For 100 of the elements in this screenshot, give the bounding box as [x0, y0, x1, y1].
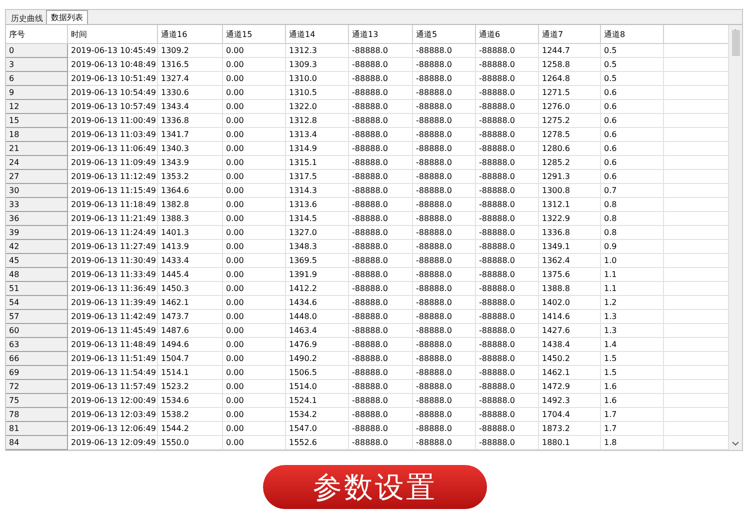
table-cell: -88888.0 [476, 422, 539, 436]
table-cell: 1343.9 [158, 156, 223, 170]
table-cell: -88888.0 [349, 352, 413, 366]
table-cell: 1353.2 [158, 170, 223, 184]
table-cell: -88888.0 [349, 296, 413, 310]
table-cell: 1524.1 [286, 394, 349, 408]
table-cell: 0.6 [601, 142, 664, 156]
table-cell: -88888.0 [413, 142, 476, 156]
table-cell: 0.00 [223, 296, 286, 310]
table-cell: -88888.0 [349, 72, 413, 86]
table-cell: -88888.0 [476, 338, 539, 352]
table-cell: 1340.3 [158, 142, 223, 156]
table-cell: 1506.5 [286, 366, 349, 380]
table-cell: 2019-06-13 11:24:49 [68, 226, 158, 240]
table-cell: -88888.0 [413, 310, 476, 324]
column-header[interactable]: 通道13 [349, 25, 413, 44]
table-cell: 1.7 [601, 408, 664, 422]
row-header: 57 [6, 310, 68, 324]
table-cell: 1514.0 [286, 380, 349, 394]
row-header: 72 [6, 380, 68, 394]
table-cell: 0.00 [223, 226, 286, 240]
table-cell: 2019-06-13 12:03:49 [68, 408, 158, 422]
table-cell: 0.00 [223, 86, 286, 100]
column-header[interactable]: 通道5 [413, 25, 476, 44]
table-cell: 1.6 [601, 394, 664, 408]
table-cell: 1388.3 [158, 212, 223, 226]
table-cell: 2019-06-13 12:09:49 [68, 436, 158, 450]
table-cell: 1704.4 [539, 408, 601, 422]
table-cell: 0.9 [601, 240, 664, 254]
row-header: 75 [6, 394, 68, 408]
table-cell: -88888.0 [413, 198, 476, 212]
table-cell: 1341.7 [158, 128, 223, 142]
table-cell: 1413.9 [158, 240, 223, 254]
table-cell: 2019-06-13 11:03:49 [68, 128, 158, 142]
table-cell: -88888.0 [349, 254, 413, 268]
table-cell: 0.6 [601, 156, 664, 170]
table-cell: -88888.0 [349, 394, 413, 408]
table-cell: -88888.0 [476, 408, 539, 422]
table-cell: 1280.6 [539, 142, 601, 156]
row-header: 42 [6, 240, 68, 254]
table-cell: 0.00 [223, 240, 286, 254]
table-cell: 0.5 [601, 58, 664, 72]
table-cell: 1258.8 [539, 58, 601, 72]
settings-button[interactable]: 参数设置 [263, 465, 487, 509]
table-cell: 1327.4 [158, 72, 223, 86]
table-cell: -88888.0 [476, 114, 539, 128]
scroll-down-icon[interactable] [732, 441, 739, 446]
column-header[interactable]: 序号 [6, 25, 68, 44]
column-header[interactable]: 通道6 [476, 25, 539, 44]
table-cell: 0.00 [223, 198, 286, 212]
column-header[interactable]: 通道8 [601, 25, 664, 44]
column-header[interactable]: 通道14 [286, 25, 349, 44]
table-cell: 1.0 [601, 254, 664, 268]
table-cell: -88888.0 [476, 394, 539, 408]
table-cell: 0.00 [223, 436, 286, 450]
table-cell: 1.2 [601, 296, 664, 310]
table-cell: -88888.0 [413, 156, 476, 170]
row-header: 81 [6, 422, 68, 436]
table-cell: 0.00 [223, 128, 286, 142]
table-cell: 1880.1 [539, 436, 601, 450]
table-cell: -88888.0 [413, 338, 476, 352]
table-cell: -88888.0 [413, 86, 476, 100]
column-header[interactable]: 通道15 [223, 25, 286, 44]
table-cell: -88888.0 [349, 58, 413, 72]
table-cell: 1310.5 [286, 86, 349, 100]
table-cell: 1388.8 [539, 282, 601, 296]
scroll-thumb[interactable] [732, 30, 740, 56]
table-cell: 0.00 [223, 100, 286, 114]
table-cell: 1315.1 [286, 156, 349, 170]
table-cell: -88888.0 [476, 366, 539, 380]
table-cell: 0.00 [223, 142, 286, 156]
table-cell: 1414.6 [539, 310, 601, 324]
table-cell: 0.00 [223, 422, 286, 436]
table-cell: 1487.6 [158, 324, 223, 338]
table-cell: 1534.6 [158, 394, 223, 408]
row-header: 33 [6, 198, 68, 212]
table-cell: 1462.1 [158, 296, 223, 310]
table-cell: 1.1 [601, 268, 664, 282]
row-header: 69 [6, 366, 68, 380]
table-cell: -88888.0 [476, 198, 539, 212]
table-cell: 1473.7 [158, 310, 223, 324]
column-header[interactable]: 通道7 [539, 25, 601, 44]
scrollbar[interactable] [728, 25, 742, 450]
table-cell: -88888.0 [476, 100, 539, 114]
table-cell: 0.6 [601, 128, 664, 142]
table-cell: -88888.0 [413, 184, 476, 198]
row-header: 30 [6, 184, 68, 198]
tab[interactable]: 数据列表 [46, 10, 88, 24]
table-cell: -88888.0 [413, 422, 476, 436]
table-cell: -88888.0 [476, 72, 539, 86]
row-header: 60 [6, 324, 68, 338]
table-cell: 1375.6 [539, 268, 601, 282]
tab[interactable]: 历史曲线 [8, 12, 46, 24]
row-header: 3 [6, 58, 68, 72]
table-cell: 0.00 [223, 338, 286, 352]
table-cell: -88888.0 [349, 44, 413, 58]
table-cell: 1362.4 [539, 254, 601, 268]
column-header[interactable]: 时间 [68, 25, 158, 44]
row-header: 63 [6, 338, 68, 352]
column-header[interactable]: 通道16 [158, 25, 223, 44]
